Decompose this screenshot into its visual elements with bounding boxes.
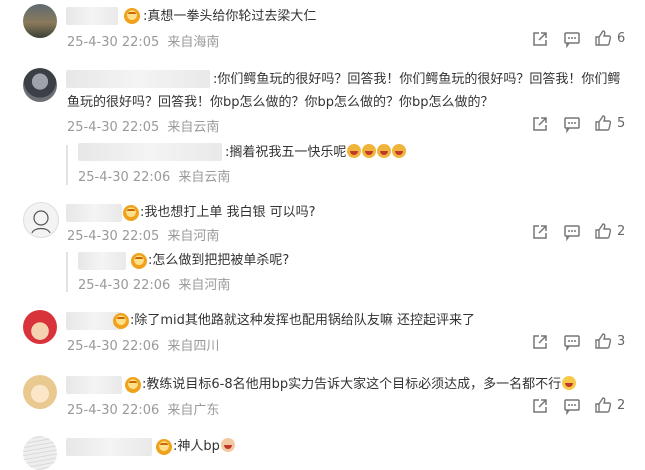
like-icon[interactable] bbox=[594, 222, 612, 240]
reply-location: 来自河南 bbox=[178, 278, 231, 293]
comment-icon[interactable] bbox=[563, 223, 581, 241]
comment-text-line-2: 鱼玩的很好吗？回答我！你bp怎么做的？你bp怎么做的？你bp怎么做的？ bbox=[67, 95, 494, 110]
reply-username-blurred[interactable] bbox=[78, 252, 126, 270]
reply-date: 25-4-30 22:06 bbox=[78, 170, 171, 185]
username-blurred[interactable] bbox=[66, 376, 122, 394]
comment-meta: 25-4-30 22:05 来自云南 bbox=[67, 116, 219, 135]
share-icon[interactable] bbox=[531, 30, 549, 48]
comment-text-line-1: :你们鳄鱼玩的很好吗？回答我！你们鳄鱼玩的很好吗？回答我！你们鳄 bbox=[213, 72, 621, 87]
comment-text: :除了mid其他路就这种发挥也配用锅给队友嘛 还控起评来了 bbox=[130, 313, 476, 328]
share-icon[interactable] bbox=[531, 115, 549, 133]
comment-text: :教练说目标6-8名他用bp实力告诉大家这个目标必须达成，多一名都不行 bbox=[142, 373, 577, 396]
comment-icon[interactable] bbox=[563, 333, 581, 351]
reply-divider bbox=[66, 145, 68, 185]
comment-text: :真想一拳头给你轮过去梁大仁 bbox=[143, 9, 317, 24]
celebrate-emoji-icon bbox=[562, 376, 577, 390]
comment-icon[interactable] bbox=[563, 115, 581, 133]
reply-location: 来自云南 bbox=[178, 170, 231, 185]
avatar[interactable] bbox=[23, 375, 57, 409]
comment-meta: 25-4-30 22:05 来自河南 bbox=[67, 225, 219, 244]
avatar[interactable] bbox=[23, 310, 57, 344]
like-icon[interactable] bbox=[594, 29, 612, 47]
reply-meta: 25-4-30 22:06 来自云南 bbox=[78, 166, 230, 185]
share-icon[interactable] bbox=[531, 397, 549, 415]
like-count: 3 bbox=[617, 334, 626, 349]
comment-date: 25-4-30 22:06 bbox=[67, 339, 160, 354]
comment-icon[interactable] bbox=[563, 397, 581, 415]
comment-date: 25-4-30 22:05 bbox=[67, 120, 160, 135]
comment-location: 来自海南 bbox=[167, 35, 220, 50]
vip-badge-icon bbox=[113, 313, 129, 329]
avatar[interactable] bbox=[23, 202, 59, 238]
comment-4: :除了mid其他路就这种发挥也配用锅给队友嘛 还控起评来了 25-4-30 22… bbox=[0, 306, 645, 364]
like-icon[interactable] bbox=[594, 396, 612, 414]
reply-text: :怎么做到把把被单杀呢? bbox=[148, 253, 290, 268]
comment-location: 来自广东 bbox=[167, 403, 220, 418]
vip-badge-icon bbox=[131, 253, 147, 269]
like-icon[interactable] bbox=[594, 332, 612, 350]
reply-divider bbox=[66, 252, 68, 292]
username-blurred[interactable] bbox=[66, 70, 210, 88]
comment-location: 来自四川 bbox=[167, 339, 220, 354]
share-icon[interactable] bbox=[531, 333, 549, 351]
laugh-emoji-icon bbox=[347, 144, 362, 158]
like-count: 6 bbox=[617, 31, 626, 46]
comment-text: :我也想打上单 我白银 可以吗? bbox=[140, 205, 316, 220]
vip-badge-icon bbox=[125, 377, 141, 393]
reply-username-blurred[interactable] bbox=[78, 143, 222, 161]
thumbs-up-emoji-icon bbox=[220, 438, 235, 452]
reply-date: 25-4-30 22:06 bbox=[78, 278, 171, 293]
laugh-emoji-icon bbox=[377, 144, 392, 158]
vip-badge-icon bbox=[123, 205, 139, 221]
comment-icon[interactable] bbox=[563, 30, 581, 48]
avatar[interactable] bbox=[23, 436, 57, 470]
comment-meta: 25-4-30 22:05 来自海南 bbox=[67, 31, 219, 50]
comment-6: :神人bp bbox=[0, 432, 645, 470]
laugh-emoji-icon bbox=[362, 144, 377, 158]
reply-text: :搁着祝我五一快乐呢 bbox=[225, 141, 407, 164]
comment-5: :教练说目标6-8名他用bp实力告诉大家这个目标必须达成，多一名都不行 25-4… bbox=[0, 370, 645, 428]
username-blurred[interactable] bbox=[66, 204, 122, 222]
comment-date: 25-4-30 22:06 bbox=[67, 403, 160, 418]
like-count: 2 bbox=[617, 224, 626, 239]
comment-location: 来自云南 bbox=[167, 120, 220, 135]
like-icon[interactable] bbox=[594, 114, 612, 132]
username-blurred[interactable] bbox=[66, 438, 152, 456]
vip-badge-icon bbox=[124, 8, 140, 24]
comment-location: 来自河南 bbox=[167, 229, 220, 244]
comment-date: 25-4-30 22:05 bbox=[67, 35, 160, 50]
like-count: 2 bbox=[617, 398, 626, 413]
share-icon[interactable] bbox=[531, 223, 549, 241]
avatar[interactable] bbox=[23, 68, 57, 102]
comment-meta: 25-4-30 22:06 来自四川 bbox=[67, 335, 219, 354]
vip-badge-icon bbox=[156, 439, 172, 455]
like-count: 5 bbox=[617, 116, 626, 131]
comment-1: :真想一拳头给你轮过去梁大仁 25-4-30 22:05 来自海南 6 bbox=[0, 0, 645, 60]
comment-3: :我也想打上单 我白银 可以吗? 25-4-30 22:05 来自河南 2 :怎么… bbox=[0, 196, 645, 300]
comment-text: :神人bp bbox=[173, 435, 235, 458]
avatar[interactable] bbox=[23, 4, 57, 38]
reply-meta: 25-4-30 22:06 来自河南 bbox=[78, 274, 230, 293]
laugh-emoji-icon bbox=[392, 144, 407, 158]
comment-meta: 25-4-30 22:06 来自广东 bbox=[67, 399, 219, 418]
comment-2: :你们鳄鱼玩的很好吗？回答我！你们鳄鱼玩的很好吗？回答我！你们鳄 鱼玩的很好吗？… bbox=[0, 62, 645, 192]
comment-date: 25-4-30 22:05 bbox=[67, 229, 160, 244]
username-blurred[interactable] bbox=[66, 7, 118, 25]
